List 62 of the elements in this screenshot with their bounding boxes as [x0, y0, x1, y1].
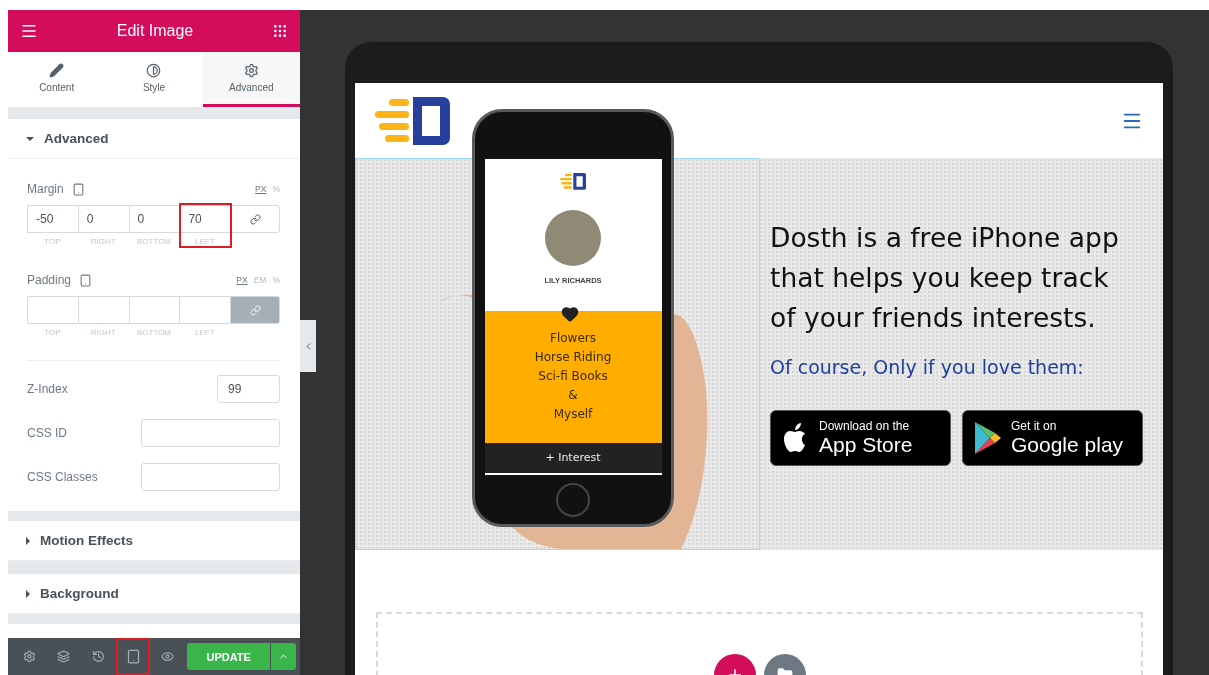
unit-option[interactable]: PX [236, 275, 248, 285]
panel-title: Edit Image [116, 22, 194, 40]
panel-tab[interactable]: Advanced [202, 52, 300, 107]
control-label: Margin [27, 182, 64, 196]
link-icon [249, 213, 261, 225]
add-interest-bar[interactable]: + Interest [484, 442, 662, 473]
avatar-placeholder [545, 209, 601, 266]
z-index-field[interactable]: 99 [217, 375, 280, 403]
section-title: Motion Effects [40, 533, 133, 548]
add-interest-label: + Interest [545, 451, 601, 465]
headline: Dosth is a free iPhone app that helps you keep track of your friends interests. [770, 221, 1120, 335]
logo-icon [375, 96, 450, 145]
dimension-input[interactable]: 70 [179, 205, 231, 233]
css-id-field[interactable] [141, 419, 280, 447]
dimension-input[interactable] [179, 296, 231, 324]
footer-tool-button[interactable] [115, 638, 151, 675]
link-values-button[interactable] [230, 205, 280, 233]
dimension-caption: BOTTOM [135, 237, 173, 246]
control-label: CSS ID [27, 426, 67, 440]
interest-item: Flowers [550, 330, 596, 345]
dimension-input[interactable]: 0 [128, 205, 180, 233]
store-name: Google play [1011, 433, 1124, 457]
dimension-input[interactable] [77, 296, 129, 324]
store-name: App Store [819, 433, 913, 457]
control-label: Padding [27, 273, 72, 287]
history-icon [92, 650, 105, 663]
layers-icon [57, 650, 71, 663]
tagline: Of course, Only if you love them: [770, 356, 1085, 378]
play-triangle-icon [973, 421, 1003, 455]
dimension-input[interactable]: 0 [77, 205, 129, 233]
section-title: Background [40, 586, 119, 601]
grid-icon[interactable] [272, 23, 288, 39]
settings-icon [243, 63, 259, 78]
contrast-icon [146, 63, 162, 78]
store-badge[interactable]: Get it on Google play [962, 410, 1143, 466]
dimension-input[interactable]: -50 [27, 205, 78, 233]
link-icon [249, 304, 261, 316]
store-badge[interactable]: Download on the App Store [770, 410, 951, 466]
interest-item: & [568, 387, 578, 402]
tablet-icon[interactable] [71, 182, 85, 196]
pencil-icon [49, 63, 65, 78]
dimension-input[interactable] [128, 296, 180, 324]
dimension-input[interactable] [27, 296, 78, 324]
control-label: CSS Classes [27, 470, 98, 484]
interest-item: Sci-fi Books [538, 368, 608, 383]
interest-item: Myself [553, 406, 593, 421]
store-caption: Download on the [819, 419, 910, 433]
eye-icon [161, 650, 175, 663]
dimension-caption: BOTTOM [135, 328, 173, 337]
unit-option[interactable]: PX [255, 184, 267, 194]
logo-icon [559, 173, 587, 190]
heart-icon [561, 305, 579, 323]
collapse-panel-handle[interactable] [300, 320, 316, 372]
settings-icon [22, 650, 36, 663]
section-title: Advanced [44, 131, 109, 146]
store-caption: Get it on [1011, 419, 1057, 433]
control-label: Z-Index [27, 382, 68, 396]
menu-icon[interactable] [20, 22, 38, 40]
interest-item: Horse Riding [534, 349, 612, 364]
tablet-icon[interactable] [79, 273, 93, 287]
tablet-icon [125, 649, 141, 664]
css-classes-field[interactable] [141, 463, 280, 491]
